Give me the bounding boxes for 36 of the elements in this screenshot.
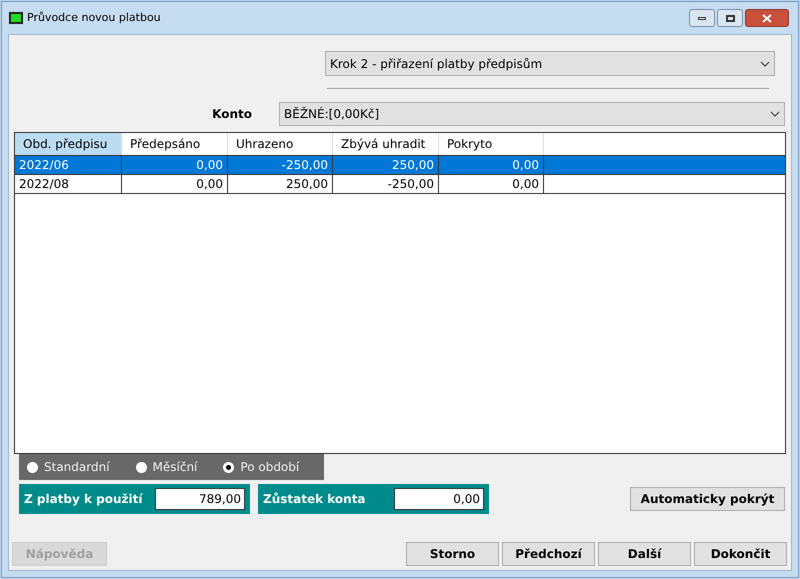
auto-cover-button[interactable]: Automaticky pokrýt [630, 487, 785, 511]
table-cell: 250,00 [333, 156, 439, 174]
table-cell: 0,00 [439, 175, 544, 193]
table-cell: -250,00 [228, 156, 333, 174]
nav-button[interactable]: Storno [406, 542, 499, 566]
total-label: Z platby k použití [24, 491, 142, 508]
nav-button[interactable]: Další [598, 542, 691, 566]
mode-radio[interactable]: Standardní [27, 458, 110, 476]
nav-button[interactable]: Dokončit [694, 542, 787, 566]
table-cell: 2022/08 [15, 175, 122, 193]
minimize-button[interactable] [689, 9, 715, 27]
table-row[interactable]: 2022/08 0,00 250,00 -250,00 0,00 [15, 175, 785, 194]
step-dropdown[interactable]: Krok 2 - přiřazení platby předpisům [325, 51, 775, 76]
table-cell: 250,00 [228, 175, 333, 193]
account-label: Konto [211, 106, 253, 123]
chevron-icon [770, 111, 780, 117]
close-button[interactable] [745, 9, 789, 27]
table-row[interactable]: 2022/06 0,00 -250,00 250,00 0,00 [15, 156, 785, 175]
chevron-icon [760, 60, 770, 66]
total-field: 789,00 [155, 488, 245, 510]
maximize-button[interactable] [717, 9, 743, 27]
table-cell: 0,00 [122, 175, 228, 193]
total-field: 0,00 [394, 488, 484, 510]
window-title: Průvodce novou platbou [27, 10, 161, 26]
total-label: Zůstatek konta [263, 491, 366, 508]
app-icon [9, 12, 23, 24]
mode-radio[interactable]: Měsíční [136, 458, 198, 476]
table-cell: 2022/06 [15, 156, 122, 174]
nav-button[interactable]: Předchozí [502, 542, 595, 566]
account-dropdown[interactable]: BĚŽNÉ:[0,00Kč] [279, 102, 785, 126]
column-header[interactable]: Obd. předpisu [15, 133, 122, 155]
table-cell: -250,00 [333, 175, 439, 193]
close-icon [762, 14, 772, 22]
table-cell: 0,00 [439, 156, 544, 174]
mode-radio[interactable]: Po období [223, 458, 300, 476]
table-cell: 0,00 [122, 156, 228, 174]
